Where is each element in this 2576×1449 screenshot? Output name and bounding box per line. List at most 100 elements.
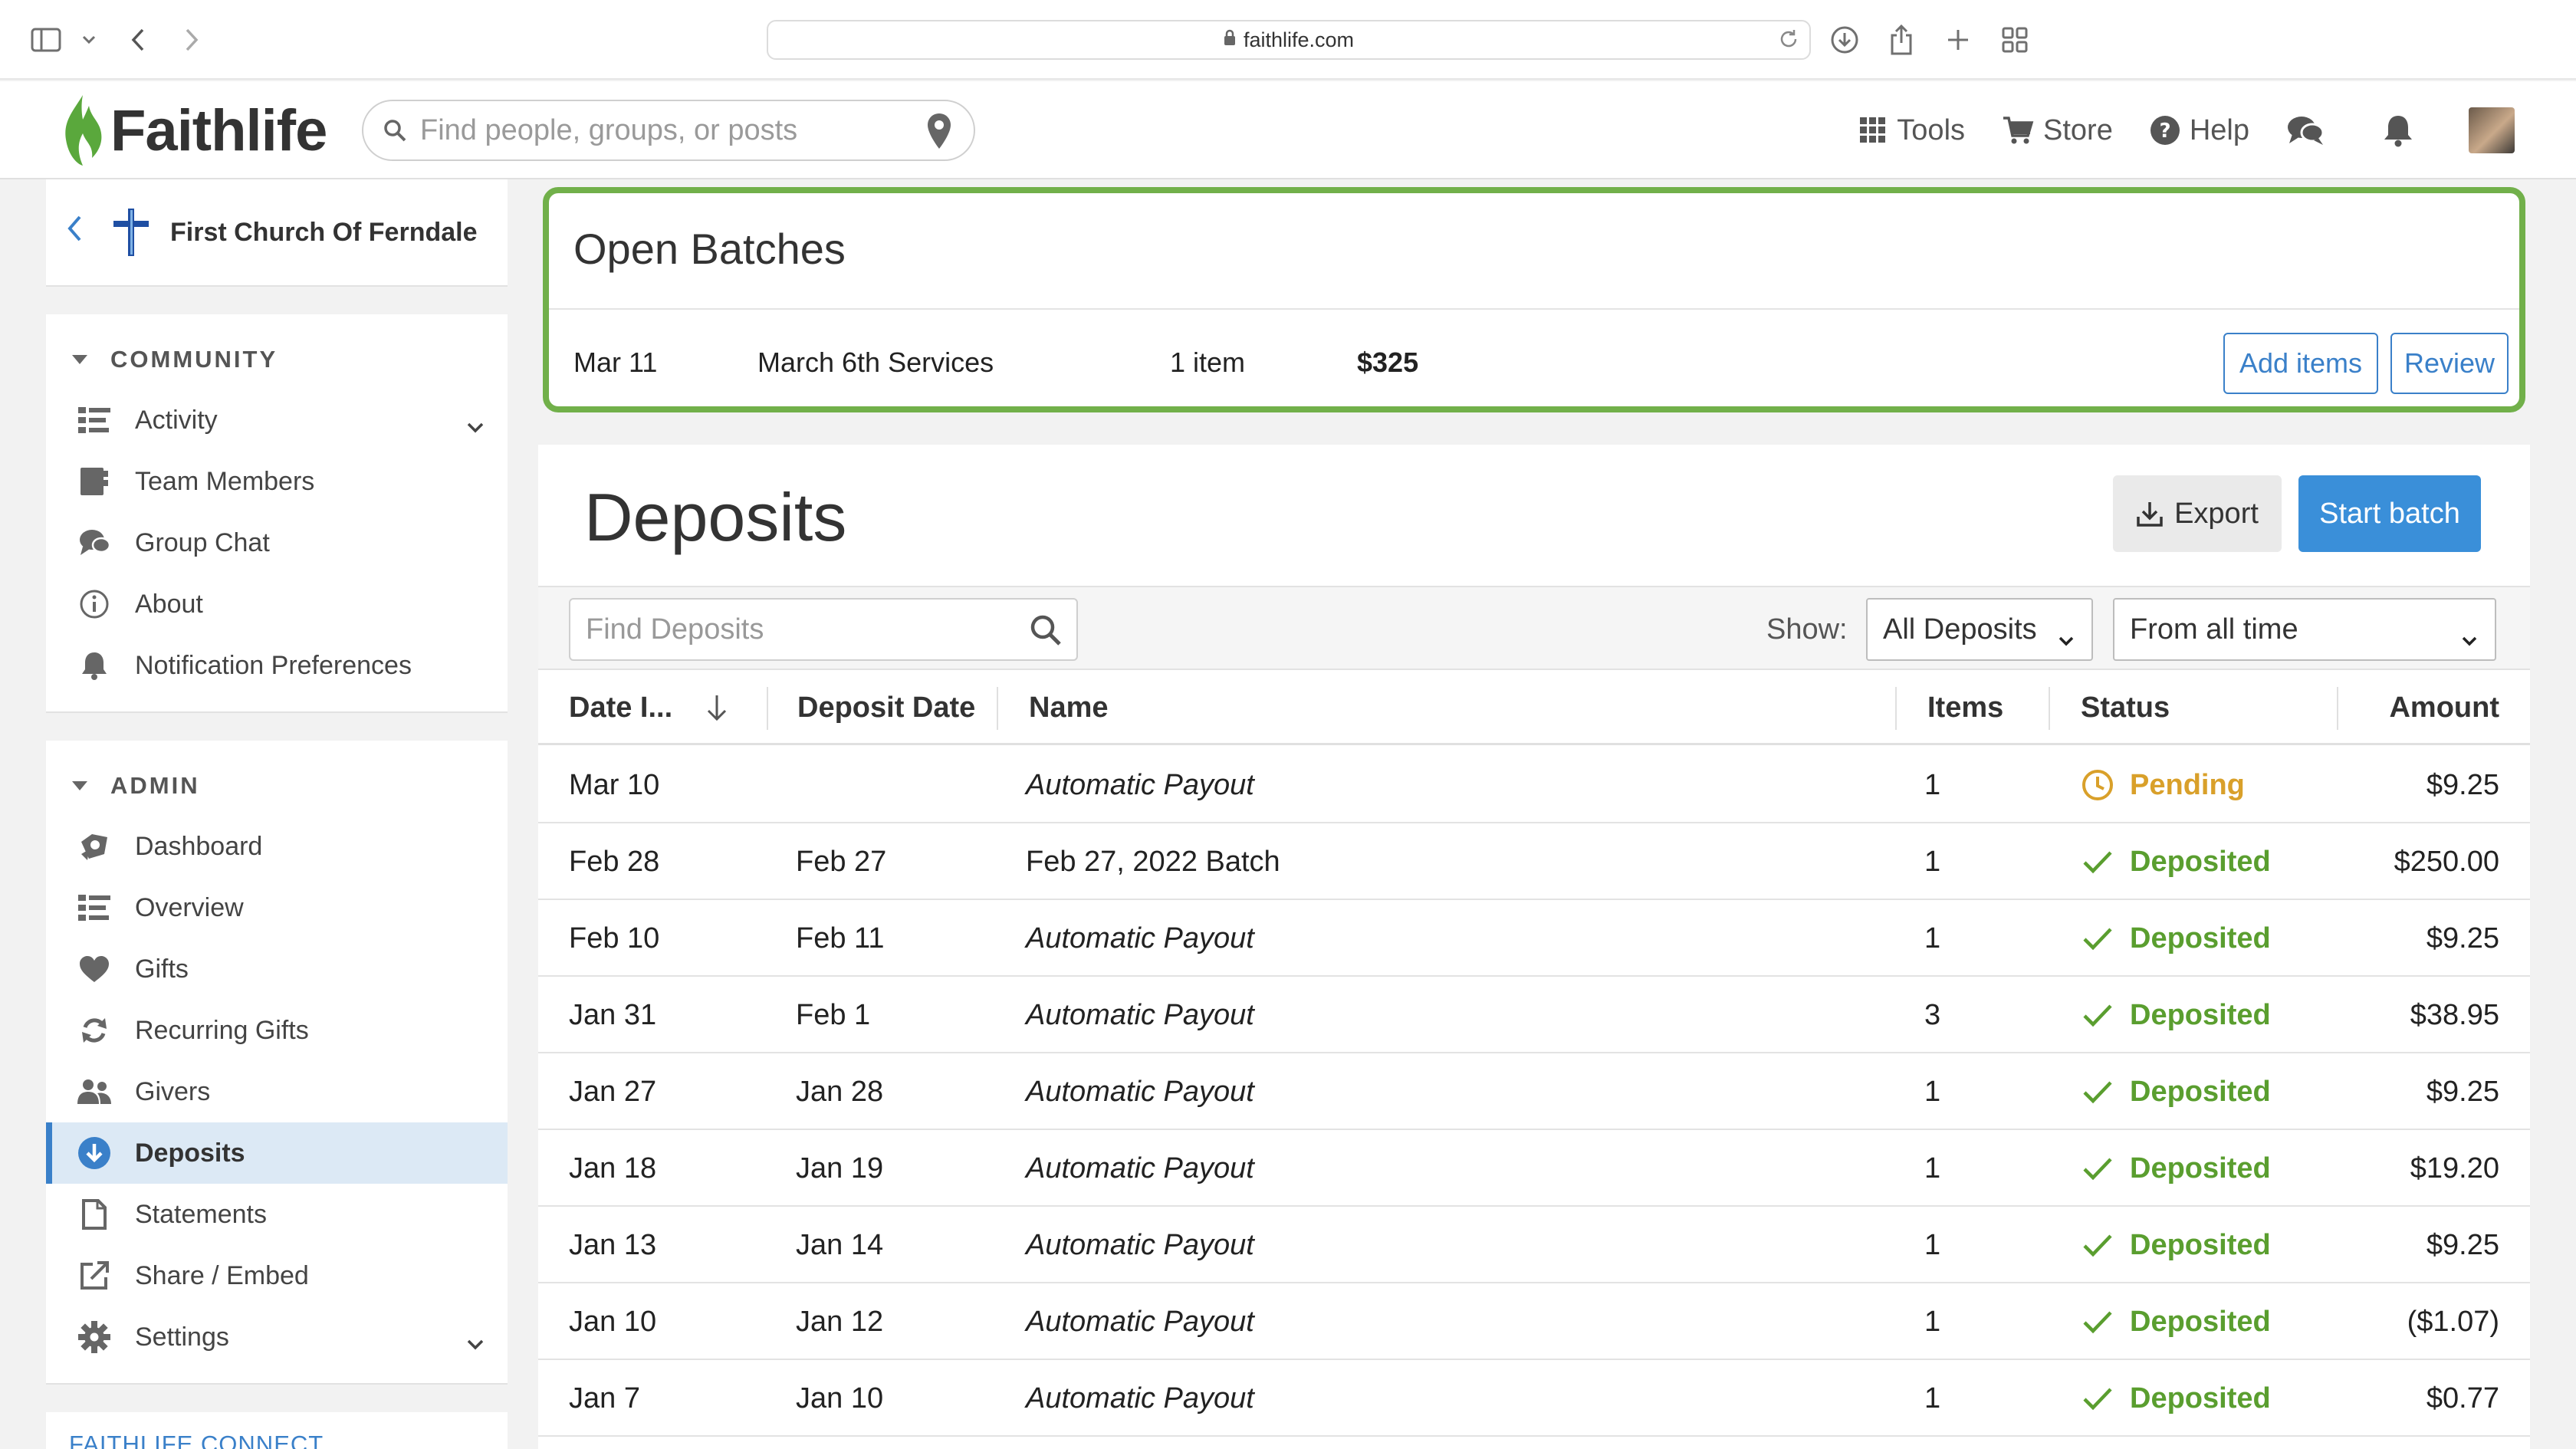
column-deposit-date[interactable]: Deposit Date [797,670,975,745]
column-date-initiated[interactable]: Date I... [569,670,672,745]
sidebar-item-overview[interactable]: Overview [46,877,508,938]
sidebar-toggle-icon[interactable] [28,21,64,58]
user-avatar[interactable] [2469,107,2515,153]
sidebar-item-label: Notification Preferences [135,650,412,680]
chevron-down-icon[interactable] [71,21,107,58]
column-label: Amount [2389,691,2499,724]
show-label: Show: [1766,613,1848,646]
store-label: Store [2043,113,2113,146]
sidebar-item-gifts[interactable]: Gifts [46,938,508,1000]
status-label: Deposited [2130,1305,2271,1338]
sidebar-item-group-chat[interactable]: Group Chat [46,512,508,573]
forward-arrow-icon[interactable] [173,21,210,58]
messages-button[interactable] [2286,114,2334,146]
add-items-button[interactable]: Add items [2223,333,2378,394]
bell-icon [2384,116,2412,147]
table-row[interactable]: Jan 27 Jan 28 Automatic Payout 1 Deposited $9… [538,1053,2530,1130]
sidebar-item-label: Activity [135,405,218,435]
sidebar-item-team-members[interactable]: Team Members [46,451,508,512]
download-icon[interactable] [1826,21,1863,58]
cell-items: 1 [1924,845,1941,878]
table-row[interactable]: Mar 10 Automatic Payout 1 Pending $9.25 [538,747,2530,823]
column-divider [997,687,998,730]
cell-status: Pending [2081,747,2245,823]
cell-deposit-date: Jan 10 [796,1382,884,1414]
export-button[interactable]: Export [2113,475,2282,552]
column-status[interactable]: Status [2081,670,2170,745]
search-icon [384,120,406,142]
share-icon[interactable] [1883,21,1920,58]
admin-label: ADMIN [110,772,200,799]
sort-arrow-down-icon[interactable] [704,693,730,728]
help-link[interactable]: ? Help [2150,114,2249,147]
checkmark-icon [2081,1000,2114,1030]
sidebar-item-share-embed[interactable]: Share / Embed [46,1245,508,1306]
start-batch-button[interactable]: Start batch [2298,475,2481,552]
find-deposits-box[interactable] [569,598,1078,661]
sidebar-item-recurring-gifts[interactable]: Recurring Gifts [46,1000,508,1061]
table-row[interactable]: Jan 18 Jan 19 Automatic Payout 1 Deposited $1… [538,1130,2530,1207]
column-divider [2337,687,2338,730]
sidebar-item-label: Deposits [135,1138,245,1168]
org-name[interactable]: First Church Of Ferndale [170,218,478,248]
filter-bar: Show: All Deposits From all time [538,586,2530,670]
sidebar-item-deposits[interactable]: Deposits [46,1122,508,1184]
community-header[interactable]: COMMUNITY [46,330,508,389]
cell-items: 1 [1924,768,1941,801]
admin-header[interactable]: ADMIN [46,756,508,816]
checkmark-icon [2081,846,2114,877]
back-chevron-icon[interactable] [66,215,83,250]
cell-deposit-date: Feb 1 [796,998,871,1031]
page-title: Deposits [584,479,847,555]
faithlife-connect-card[interactable]: FAITHLIFE CONNECT [46,1412,508,1449]
cell-name: Automatic Payout [1026,1382,1254,1414]
reload-icon[interactable] [1777,28,1800,57]
sidebar-item-settings[interactable]: Settings [46,1306,508,1368]
table-row[interactable]: Feb 28 Feb 27 Feb 27, 2022 Batch 1 Deposited… [538,823,2530,900]
location-pin-icon[interactable] [926,112,952,150]
column-items[interactable]: Items [1927,670,2003,745]
column-label: Items [1927,691,2004,724]
new-tab-plus-icon[interactable] [1940,21,1976,58]
chevron-down-icon[interactable] [466,411,485,441]
global-search[interactable] [362,100,975,161]
store-link[interactable]: Store [2002,114,2113,147]
search-input[interactable] [420,113,895,147]
connect-label: FAITHLIFE CONNECT [69,1431,324,1449]
batch-amount: $325 [1357,347,1419,378]
sidebar-item-label: Statements [135,1199,267,1229]
sidebar: First Church Of Ferndale COMMUNITY Activ… [46,179,508,1449]
sidebar-item-statements[interactable]: Statements [46,1184,508,1245]
collapse-triangle-icon [72,355,87,364]
notifications-button[interactable] [2383,113,2423,147]
sidebar-item-givers[interactable]: Givers [46,1061,508,1122]
cell-amount: $9.25 [2426,1228,2499,1261]
table-row[interactable]: Feb 10 Feb 11 Automatic Payout 1 Deposited $9… [538,900,2530,977]
faithlife-logo[interactable]: Faithlife [60,89,327,172]
column-amount[interactable]: Amount [2389,670,2499,745]
column-name[interactable]: Name [1029,670,1109,745]
sidebar-item-about[interactable]: About [46,573,508,635]
cell-deposit-date: Jan 14 [796,1228,884,1261]
table-row[interactable]: Jan 13 Jan 14 Automatic Payout 1 Deposited $9… [538,1207,2530,1283]
back-arrow-icon[interactable] [120,21,156,58]
sidebar-item-activity[interactable]: Activity [46,389,508,451]
table-row[interactable]: Jan 31 Feb 1 Automatic Payout 3 Deposited $38… [538,977,2530,1053]
table-row[interactable]: Jan 10 Jan 12 Automatic Payout 1 Deposited ($… [538,1283,2530,1360]
date-range-select[interactable]: From all time [2113,598,2496,661]
sidebar-item-notification-preferences[interactable]: Notification Preferences [46,635,508,696]
tools-menu[interactable]: Tools [1858,114,1965,147]
sidebar-item-dashboard[interactable]: Dashboard [46,816,508,877]
review-button[interactable]: Review [2390,333,2509,394]
find-deposits-input[interactable] [586,613,1015,646]
chevron-down-icon[interactable] [466,1328,485,1358]
tab-overview-icon[interactable] [1996,21,2033,58]
download-icon [2137,502,2163,527]
address-bar[interactable]: faithlife.com [767,20,1811,60]
show-filter-select[interactable]: All Deposits [1866,598,2093,661]
gear-icon [77,1319,112,1355]
document-icon [77,1197,112,1232]
status-label: Deposited [2130,1075,2271,1108]
table-row[interactable]: Jan 7 Jan 10 Automatic Payout 1 Deposited $0.… [538,1360,2530,1437]
search-icon[interactable] [1029,613,1063,647]
